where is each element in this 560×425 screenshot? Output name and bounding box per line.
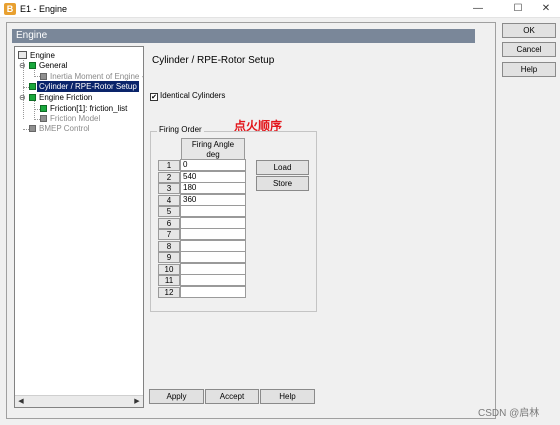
firing-angle-cell[interactable]: 0 (180, 159, 246, 171)
firing-order-label: Firing Order (157, 125, 204, 134)
help-button-bottom[interactable]: Help (260, 389, 315, 404)
row-header: 8 (158, 241, 180, 252)
identical-cylinders-row[interactable]: ✔ Identical Cylinders (150, 90, 225, 101)
load-button[interactable]: Load (256, 160, 309, 175)
app-icon: B (4, 3, 16, 15)
row-header: 10 (158, 264, 180, 275)
firing-angle-cell[interactable]: 180 (180, 182, 246, 194)
status-green-icon (29, 62, 36, 69)
firing-angle-label: Firing Angle (191, 140, 235, 149)
firing-angle-cell[interactable] (180, 205, 246, 217)
scroll-right-icon[interactable]: ▶ (131, 396, 143, 407)
collapse-icon[interactable]: ⊖ (19, 93, 26, 102)
tree-item-engine-friction[interactable]: Engine Friction (29, 92, 94, 103)
status-grey-icon (40, 73, 47, 80)
panel-title: Cylinder / RPE-Rotor Setup (152, 55, 275, 66)
close-icon[interactable]: ✕ (532, 1, 560, 17)
status-green-icon (40, 105, 47, 112)
row-header: 7 (158, 229, 180, 240)
status-green-icon (29, 83, 36, 90)
status-green-icon (29, 94, 36, 101)
row-header: 5 (158, 206, 180, 217)
help-button-side[interactable]: Help (502, 62, 556, 77)
identical-cylinders-checkbox[interactable]: ✔ (150, 93, 158, 101)
tree-item-general[interactable]: General (29, 60, 69, 71)
engine-tree[interactable]: Engine ⊖ General Inertia Moment of Engin… (14, 46, 144, 408)
row-header: 3 (158, 183, 180, 194)
row-header: 9 (158, 252, 180, 263)
status-grey-icon (40, 115, 47, 122)
row-header: 6 (158, 218, 180, 229)
collapse-icon[interactable]: ⊖ (19, 61, 26, 70)
firing-angle-cell[interactable] (180, 228, 246, 240)
firing-angle-cell[interactable] (180, 251, 246, 263)
row-header: 2 (158, 172, 180, 183)
ok-button[interactable]: OK (502, 23, 556, 38)
section-header: Engine (12, 29, 475, 43)
identical-cylinders-label: Identical Cylinders (160, 91, 226, 100)
firing-angle-cell[interactable] (180, 274, 246, 286)
window-title: E1 - Engine (20, 4, 68, 14)
apply-button[interactable]: Apply (149, 389, 204, 404)
status-grey-icon (29, 125, 36, 132)
accept-button[interactable]: Accept (205, 389, 259, 404)
store-button[interactable]: Store (256, 176, 309, 191)
firing-angle-cell[interactable] (180, 286, 246, 298)
row-header: 12 (158, 287, 180, 298)
tree-connector (34, 100, 35, 120)
engine-icon (18, 51, 27, 59)
maximize-icon[interactable]: ☐ (504, 1, 532, 17)
tree-horizontal-scrollbar[interactable]: ◀ ▶ (15, 395, 143, 407)
firing-angle-header: Firing Angle deg (181, 138, 245, 160)
row-header: 1 (158, 160, 180, 171)
row-header: 4 (158, 195, 180, 206)
window-titlebar: B E1 - Engine — ☐ ✕ (0, 0, 560, 18)
tree-item-bmep-control[interactable]: BMEP Control (29, 123, 92, 134)
tree-item-cylinder-setup[interactable]: Cylinder / RPE-Rotor Setup (29, 80, 140, 93)
minimize-icon[interactable]: — (464, 1, 492, 17)
watermark: CSDN @启林 (478, 408, 540, 419)
row-header: 11 (158, 275, 180, 286)
scroll-left-icon[interactable]: ◀ (15, 396, 27, 407)
cancel-button[interactable]: Cancel (502, 42, 556, 57)
